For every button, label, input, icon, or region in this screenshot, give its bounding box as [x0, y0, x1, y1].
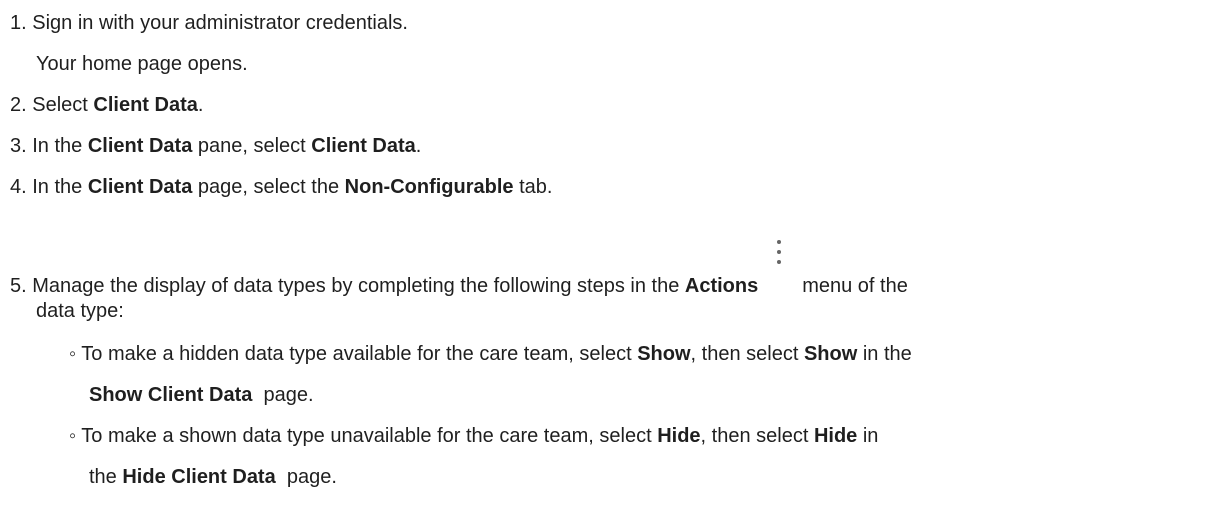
- substep-text-mid: , then select: [690, 343, 804, 365]
- step-text-end: .: [197, 94, 204, 116]
- vertical-ellipsis-icon: [768, 240, 790, 296]
- ui-term: Hide Client Data: [122, 466, 276, 488]
- step-number: 3.: [10, 135, 27, 157]
- step-text: In the: [32, 176, 88, 198]
- step-text: Select: [32, 94, 94, 116]
- step-result-text: Your home page opens.: [36, 53, 248, 75]
- ui-term: Non-Configurable: [344, 176, 514, 198]
- ui-term: Show: [637, 343, 691, 365]
- step-1-result: Your home page opens.: [36, 52, 248, 76]
- step-number: 2.: [10, 94, 27, 116]
- step-text: data type:: [36, 300, 124, 322]
- substep-text-mid: , then select: [700, 425, 814, 447]
- substep-hide: ◦ To make a shown data type unavailable …: [69, 424, 878, 448]
- step-5-continued: data type:: [36, 299, 124, 323]
- ui-term: Actions: [684, 275, 759, 297]
- step-text-mid: page, select the: [192, 176, 345, 198]
- ui-term: Client Data: [87, 176, 193, 198]
- substep-text-end: page.: [275, 466, 337, 488]
- step-text-end: .: [415, 135, 422, 157]
- step-text-end: tab.: [513, 176, 553, 198]
- substep-text-end: in the: [857, 343, 912, 365]
- substep-hide-continued: the Hide Client Data page.: [89, 465, 337, 489]
- ui-term: Show Client Data: [89, 384, 253, 406]
- step-number: 4.: [10, 176, 27, 198]
- ui-term: Show: [803, 343, 858, 365]
- substep-show-continued: Show Client Data page.: [89, 383, 314, 407]
- substep-show: ◦ To make a hidden data type available f…: [69, 342, 912, 366]
- step-5: 5. Manage the display of data types by c…: [10, 240, 908, 298]
- step-text-end: menu of the: [802, 275, 908, 297]
- instruction-document: 1. Sign in with your administrator crede…: [0, 0, 1216, 532]
- step-text: Sign in with your administrator credenti…: [32, 12, 408, 34]
- bullet: ◦: [69, 343, 77, 365]
- step-number: 5.: [10, 275, 27, 297]
- step-text: Manage the display of data types by comp…: [32, 275, 685, 297]
- step-text-mid: pane, select: [192, 135, 312, 157]
- ui-term: Client Data: [93, 94, 198, 116]
- step-text: In the: [32, 135, 88, 157]
- ui-term: Hide: [657, 425, 701, 447]
- ui-term: Hide: [813, 425, 858, 447]
- ui-term: Client Data: [87, 135, 193, 157]
- substep-text: To make a shown data type unavailable fo…: [81, 425, 658, 447]
- bullet: ◦: [69, 425, 77, 447]
- step-number: 1.: [10, 12, 27, 34]
- step-3: 3. In the Client Data pane, select Clien…: [10, 134, 421, 158]
- step-4: 4. In the Client Data page, select the N…: [10, 175, 552, 199]
- substep-text: To make a hidden data type available for…: [81, 343, 638, 365]
- ui-term: Client Data: [311, 135, 416, 157]
- substep-text: the: [89, 466, 123, 488]
- step-2: 2. Select Client Data.: [10, 93, 203, 117]
- substep-text-end: in: [857, 425, 879, 447]
- step-1: 1. Sign in with your administrator crede…: [10, 11, 408, 35]
- substep-text-end: page.: [252, 384, 314, 406]
